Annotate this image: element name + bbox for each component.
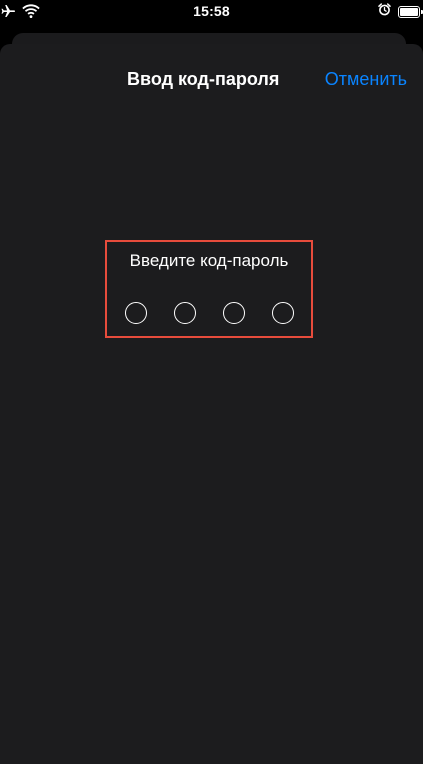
passcode-dot	[271, 302, 294, 324]
status-time: 15:58	[193, 3, 230, 19]
passcode-dot	[222, 302, 245, 324]
cancel-button[interactable]: Отменить	[325, 69, 407, 90]
screen: 15:58 Ввод код-пароля Отменить Введите к…	[0, 0, 423, 764]
alarm-icon	[378, 3, 391, 21]
passcode-dot	[124, 302, 147, 324]
passcode-prompt: Введите код-пароль	[129, 251, 289, 270]
battery-icon	[398, 6, 423, 18]
passcode-dots	[107, 302, 311, 324]
passcode-entry-area[interactable]: Введите код-пароль	[105, 240, 313, 338]
passcode-sheet	[0, 44, 423, 764]
status-right-icons	[378, 3, 423, 21]
passcode-dot	[173, 302, 196, 324]
sheet-title: Ввод код-пароля	[127, 69, 280, 89]
battery-fill	[400, 8, 418, 16]
status-bar: 15:58	[0, 0, 423, 24]
